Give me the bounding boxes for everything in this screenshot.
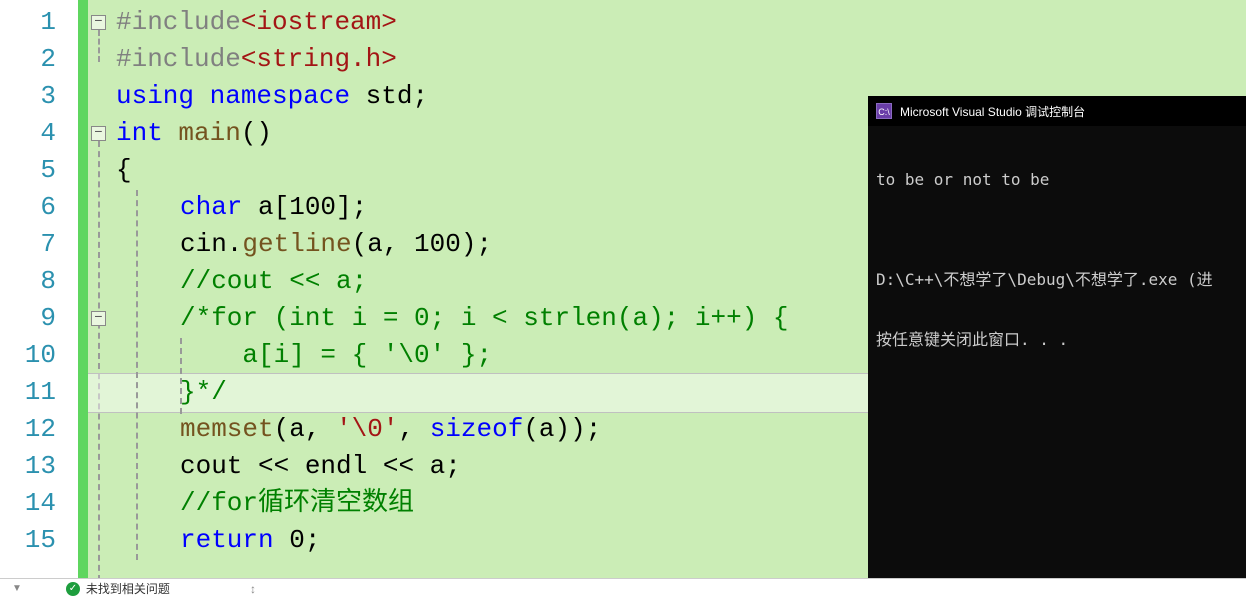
code-line[interactable]: #include<string.h> xyxy=(112,41,1246,78)
status-ok-icon: ✓ xyxy=(66,582,80,596)
fold-toggle-icon[interactable]: − xyxy=(91,15,106,30)
line-number-gutter: 1 2 3 4 5 6 7 8 9 10 11 12 13 14 15 xyxy=(0,0,78,578)
chevron-down-icon[interactable]: ▼ xyxy=(12,583,22,594)
line-number: 10 xyxy=(0,337,56,374)
line-number: 9 xyxy=(0,300,56,337)
console-line: to be or not to be xyxy=(876,170,1238,190)
status-bar: ▼ ✓ 未找到相关问题 ↕ xyxy=(0,578,1246,598)
console-app-icon: C:\ xyxy=(876,103,892,119)
line-number: 13 xyxy=(0,448,56,485)
line-number: 12 xyxy=(0,411,56,448)
line-number: 11 xyxy=(0,374,56,411)
fold-column[interactable]: − − − xyxy=(88,0,112,578)
change-indicator-bar xyxy=(78,0,88,578)
nav-arrows-icon[interactable]: ↕ xyxy=(250,582,256,596)
status-message: 未找到相关问题 xyxy=(86,580,170,597)
fold-guide xyxy=(98,30,100,62)
line-number: 4 xyxy=(0,115,56,152)
line-number: 1 xyxy=(0,4,56,41)
console-line: 按任意键关闭此窗口. . . xyxy=(876,330,1238,350)
console-line: D:\C++\不想学了\Debug\不想学了.exe (进 xyxy=(876,270,1238,290)
line-number: 2 xyxy=(0,41,56,78)
line-number: 5 xyxy=(0,152,56,189)
line-number: 3 xyxy=(0,78,56,115)
line-number: 14 xyxy=(0,485,56,522)
line-number: 15 xyxy=(0,522,56,559)
console-title-bar[interactable]: C:\ Microsoft Visual Studio 调试控制台 xyxy=(868,96,1246,126)
code-line[interactable]: #include<iostream> xyxy=(112,4,1246,41)
fold-toggle-icon[interactable]: − xyxy=(91,311,106,326)
console-output[interactable]: to be or not to be D:\C++\不想学了\Debug\不想学… xyxy=(868,126,1246,394)
fold-guide xyxy=(98,141,100,581)
line-number: 7 xyxy=(0,226,56,263)
console-title-text: Microsoft Visual Studio 调试控制台 xyxy=(900,103,1085,120)
line-number: 6 xyxy=(0,189,56,226)
debug-console-window[interactable]: C:\ Microsoft Visual Studio 调试控制台 to be … xyxy=(868,96,1246,578)
fold-toggle-icon[interactable]: − xyxy=(91,126,106,141)
line-number: 8 xyxy=(0,263,56,300)
